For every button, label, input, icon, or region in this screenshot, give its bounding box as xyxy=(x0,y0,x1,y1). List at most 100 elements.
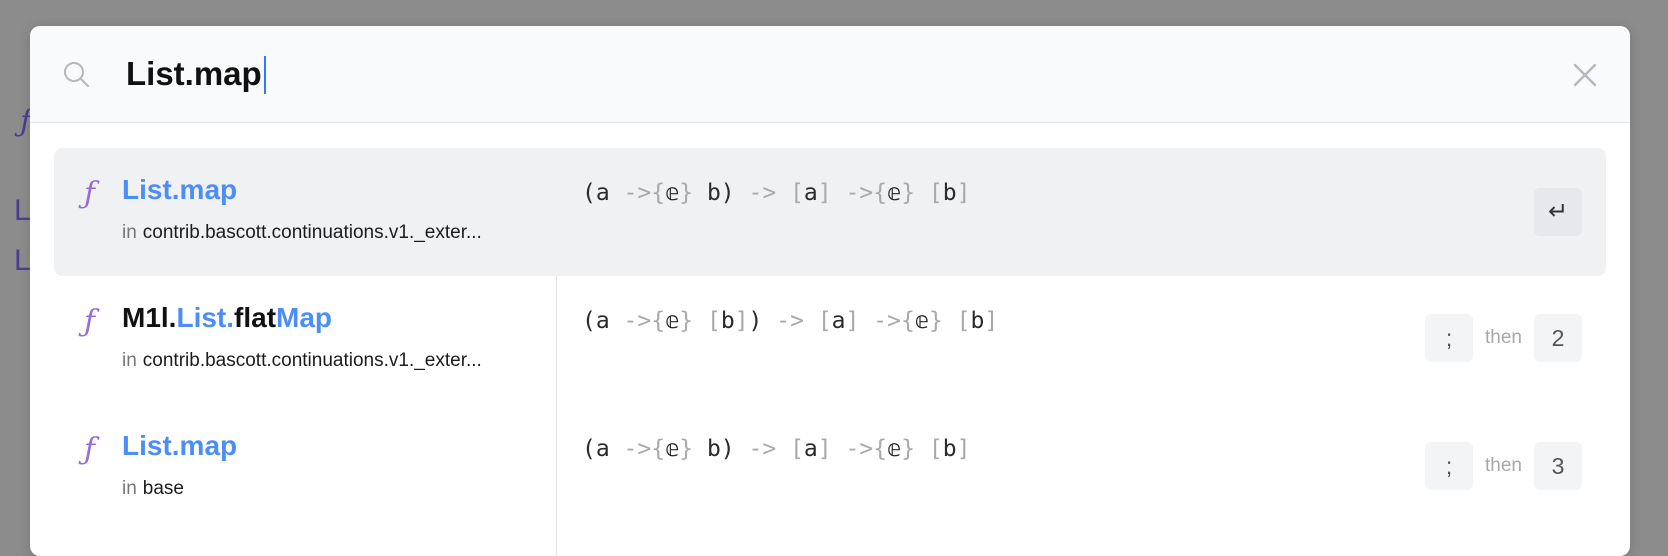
in-label: in xyxy=(122,222,137,243)
signature-token: ) xyxy=(748,308,777,334)
name-segment: flat xyxy=(234,302,277,333)
in-label: in xyxy=(122,478,137,499)
signature-token xyxy=(832,180,846,206)
signature-token: -> xyxy=(748,436,777,462)
signature-token: ->{ xyxy=(623,436,666,462)
background-letter: L xyxy=(14,244,31,277)
keyboard-shortcut: ; then 2 xyxy=(1425,314,1582,362)
shortcut-number: 3 xyxy=(1534,442,1582,490)
namespace-path: contrib.bascott.continuations.v1._exter.… xyxy=(142,350,482,371)
signature-token: 𝕖 xyxy=(665,308,680,334)
result-row[interactable]: ƒ M1l.List.flatMap in contrib.bascott.con… xyxy=(54,276,1606,404)
definition-name: List.map xyxy=(122,430,237,462)
signature-token: [ xyxy=(706,308,721,334)
signature-token: [ xyxy=(790,436,804,462)
shortcut-key: ; xyxy=(1425,314,1474,362)
signature-token: a xyxy=(831,308,846,334)
signature-token xyxy=(776,436,790,462)
close-icon[interactable] xyxy=(1570,60,1600,90)
signature-token: b xyxy=(942,436,957,462)
namespace-path: base xyxy=(142,478,184,499)
signature-token xyxy=(693,308,707,334)
signature-token: 𝕖 xyxy=(887,180,902,206)
signature-token: (a xyxy=(582,436,624,462)
search-bar xyxy=(30,26,1630,123)
shortcut-number: 2 xyxy=(1534,314,1582,362)
signature-token xyxy=(832,436,846,462)
signature-token: (a xyxy=(582,180,624,206)
signature-token: 𝕖 xyxy=(887,436,902,462)
signature-token: 𝕖 xyxy=(665,436,680,462)
namespace: in contrib.bascott.continuations.v1._exte… xyxy=(122,222,482,244)
signature-token: b xyxy=(720,308,735,334)
signature-token: ] xyxy=(817,436,832,462)
signature-token: [ xyxy=(956,308,971,334)
namespace-path: contrib.bascott.continuations.v1._exter.… xyxy=(142,222,482,243)
signature-token: ] xyxy=(845,308,860,334)
function-icon: ƒ xyxy=(84,304,96,339)
function-icon: ƒ xyxy=(84,432,96,467)
definition-name: List.map xyxy=(122,174,237,206)
signature-token: ->{ xyxy=(623,308,666,334)
signature-token: [ xyxy=(817,308,832,334)
signature-token: ] xyxy=(734,308,749,334)
name-match: List. xyxy=(176,302,235,333)
result-row[interactable]: ƒ List.map in base (a ->{𝕖} b) -> [a] ->{… xyxy=(54,404,1606,532)
signature-token: ->{ xyxy=(623,180,666,206)
signature-token: ] xyxy=(956,180,971,206)
signature-token: a xyxy=(803,180,818,206)
type-signature: (a ->{𝕖} b) -> [a] ->{𝕖} [b] xyxy=(582,180,971,206)
signature-token: } xyxy=(679,308,694,334)
background-letter: L xyxy=(14,194,31,227)
signature-token: ] xyxy=(984,308,999,334)
namespace: in contrib.bascott.continuations.v1._exte… xyxy=(122,350,482,372)
type-signature: (a ->{𝕖} b) -> [a] ->{𝕖} [b] xyxy=(582,436,971,462)
then-label: then xyxy=(1485,327,1522,348)
signature-token xyxy=(859,308,873,334)
signature-token: -> xyxy=(776,308,804,334)
signature-token: } xyxy=(928,308,943,334)
signature-token: (a xyxy=(582,308,624,334)
signature-token: } xyxy=(901,180,916,206)
text-caret xyxy=(263,56,266,94)
then-label: then xyxy=(1485,455,1522,476)
shortcut-key: ; xyxy=(1425,442,1474,490)
results-list: ƒ List.map in contrib.bascott.continuatio… xyxy=(54,148,1606,556)
search-icon xyxy=(64,62,89,87)
type-signature: (a ->{𝕖} [b]) -> [a] ->{𝕖} [b] xyxy=(582,308,998,334)
search-input[interactable] xyxy=(126,50,1456,98)
signature-token: b xyxy=(942,180,957,206)
enter-key-icon[interactable]: ↵ xyxy=(1534,188,1582,236)
signature-token: b) xyxy=(693,180,749,206)
definition-name: M1l.List.flatMap xyxy=(122,302,332,334)
name-match: List.map xyxy=(122,430,238,461)
signature-token: ] xyxy=(956,436,971,462)
name-match: Map xyxy=(276,302,333,333)
signature-token: } xyxy=(679,436,694,462)
signature-token xyxy=(943,308,957,334)
signature-token: a xyxy=(803,436,818,462)
function-icon: ƒ xyxy=(84,176,96,211)
in-label: in xyxy=(122,350,137,371)
signature-token: ->{ xyxy=(845,436,888,462)
finder-modal: ƒ List.map incontrib.bascott.continuatio… xyxy=(30,26,1630,556)
namespace: in base xyxy=(122,478,184,500)
name-segment: M1l. xyxy=(122,302,177,333)
signature-token: [ xyxy=(790,180,804,206)
signature-token: ->{ xyxy=(845,180,888,206)
signature-token: -> xyxy=(748,180,777,206)
signature-token: b) xyxy=(693,436,749,462)
signature-token: ->{ xyxy=(873,308,915,334)
signature-token xyxy=(915,436,929,462)
signature-token xyxy=(915,180,929,206)
result-row[interactable]: ƒ List.map in contrib.bascott.continuatio… xyxy=(54,148,1606,276)
signature-token: } xyxy=(679,180,694,206)
signature-token: [ xyxy=(928,180,943,206)
signature-token xyxy=(804,308,818,334)
signature-token xyxy=(776,180,790,206)
signature-token: ] xyxy=(817,180,832,206)
signature-token: b xyxy=(970,308,985,334)
signature-token: 𝕖 xyxy=(665,180,680,206)
signature-token: 𝕖 xyxy=(914,308,929,334)
signature-token: [ xyxy=(928,436,943,462)
